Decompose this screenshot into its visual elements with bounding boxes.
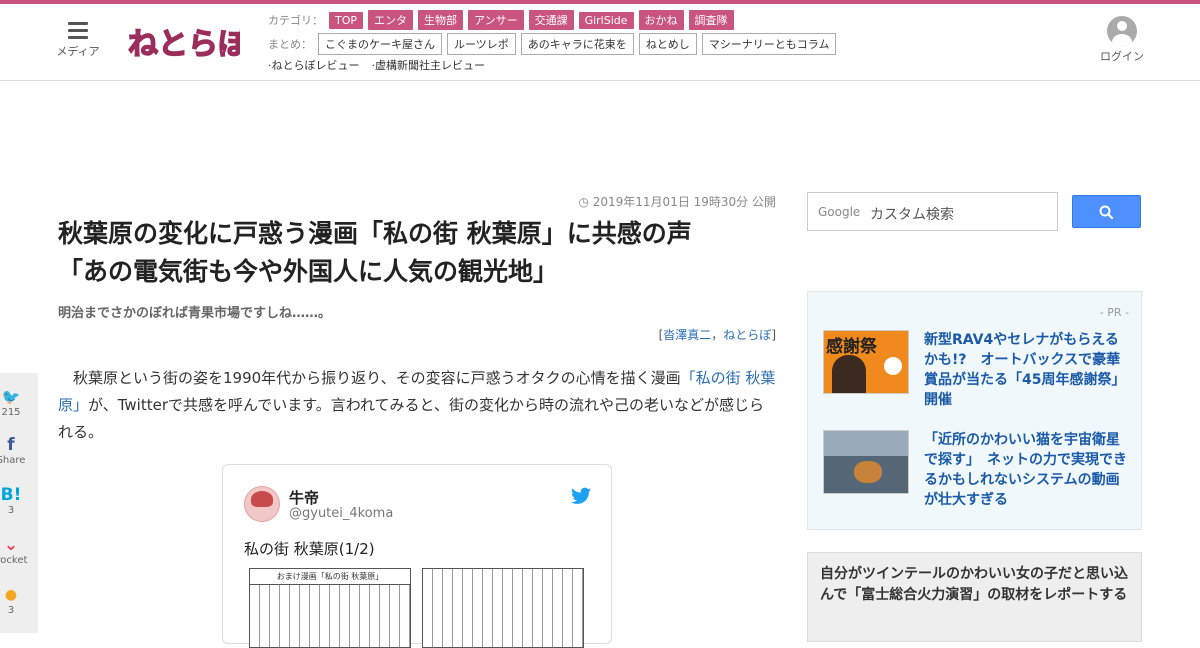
- summary-link[interactable]: あのキャラに花束を: [520, 33, 634, 55]
- manga-header: おまけ漫画「私の街 秋葉原」: [250, 569, 410, 585]
- category-nav: カテゴリ： TOP エンタ 生物部 アンサー 交通課 GirlSide おかね …: [268, 10, 739, 30]
- article-title: 秋葉原の変化に戸惑う漫画「私の街 秋葉原」に共感の声 「あの電気街も今や外国人に…: [58, 219, 692, 286]
- logo-text: ねとらぼ: [128, 27, 240, 62]
- tweet-manga-image[interactable]: [422, 568, 584, 648]
- search-box[interactable]: Google カスタム検索: [807, 192, 1058, 231]
- review-link[interactable]: ·虚構新聞社主レビュー: [372, 57, 486, 73]
- summary-link[interactable]: ねとめし: [638, 33, 697, 55]
- review-nav: ·ねとらぼレビュー ·虚構新聞社主レビュー: [268, 57, 497, 73]
- category-answer[interactable]: アンサー: [468, 10, 524, 30]
- pr-thumbnail[interactable]: [823, 430, 909, 494]
- tweet-author-name[interactable]: 牛帝: [289, 487, 319, 508]
- category-enta[interactable]: エンタ: [368, 10, 414, 30]
- comment-button[interactable]: ● 3: [0, 585, 30, 616]
- share-count: Share: [0, 455, 26, 466]
- login-label: ログイン: [1100, 50, 1144, 63]
- category-label: カテゴリ：: [268, 14, 323, 27]
- category-chousa[interactable]: 調査隊: [688, 10, 734, 30]
- menu-label: メディア: [56, 45, 100, 58]
- search-button[interactable]: [1072, 195, 1141, 228]
- pr-item-title[interactable]: 新型RAV4やセレナがもらえるかも!? オートバックスで豪華賞品が当たる「45周…: [924, 330, 1129, 410]
- article-subtitle: 明治までさかのぼれば青果市場ですしね……。: [58, 306, 332, 321]
- pocket-share-button[interactable]: ⌄ Pocket: [0, 535, 30, 566]
- pr-box: - PR - 感謝祭 新型RAV4やセレナがもらえるかも!? オートバックスで豪…: [807, 291, 1142, 530]
- category-okane[interactable]: おかね: [638, 10, 684, 30]
- facebook-share-button[interactable]: f Share: [0, 435, 30, 466]
- share-count: 3: [7, 605, 15, 616]
- article-lead: 秋葉原という街の姿を1990年代から振り返り、その変容に戸惑うオタクの心情を描く…: [58, 369, 776, 441]
- share-count: 215: [1, 407, 21, 418]
- share-count: Pocket: [0, 555, 28, 566]
- pr-item-title[interactable]: 「近所のかわいい猫を宇宙衛星で探す」 ネットの力で実現できるかもしれないシステム…: [924, 430, 1129, 510]
- facebook-icon: f: [7, 435, 15, 455]
- hatena-icon: B!: [0, 485, 22, 505]
- byline: [沓澤真二，ねとらぼ]: [658, 328, 776, 342]
- summary-link[interactable]: こぐまのケーキ屋さん: [318, 33, 442, 55]
- tweet-manga-image[interactable]: おまけ漫画「私の街 秋葉原」: [249, 568, 411, 648]
- user-avatar-icon: [1107, 16, 1137, 46]
- share-sidebar: 🐦 215 f Share B! 3 ⌄ Pocket ● 3: [0, 373, 38, 633]
- site-header: メディア ねとらぼ カテゴリ： TOP エンタ 生物部 アンサー 交通課 Gir…: [0, 4, 1200, 81]
- tweet-avatar[interactable]: [244, 486, 280, 522]
- summary-nav: まとめ： こぐまのケーキ屋さん ルーツレポ あのキャラに花束を ねとめし マシー…: [268, 33, 841, 55]
- related-article-title[interactable]: 自分がツインテールのかわいい女の子だと思い込んで「富士総合火力演習」の取材をレポ…: [820, 564, 1130, 606]
- pr-label: - PR -: [1099, 306, 1129, 319]
- share-count: 3: [7, 505, 15, 516]
- search-placeholder: カスタム検索: [870, 207, 954, 223]
- summary-label: まとめ：: [268, 38, 312, 51]
- category-seibutsu[interactable]: 生物部: [418, 10, 464, 30]
- tweet-author-handle[interactable]: @gyutei_4koma: [289, 506, 393, 521]
- menu-button[interactable]: メディア: [52, 22, 104, 59]
- login-button[interactable]: ログイン: [1096, 16, 1148, 64]
- pr-thumb-text: 感謝祭: [826, 337, 877, 357]
- comment-icon: ●: [4, 587, 18, 603]
- author-link[interactable]: 沓澤真二: [663, 328, 711, 342]
- twitter-icon: 🐦: [1, 388, 21, 406]
- category-koutsu[interactable]: 交通課: [528, 10, 574, 30]
- hamburger-icon: [68, 22, 88, 39]
- site-logo[interactable]: ねとらぼ: [126, 16, 240, 66]
- twitter-share-button[interactable]: 🐦 215: [0, 387, 30, 418]
- clock-icon: ◷: [578, 195, 593, 209]
- category-top[interactable]: TOP: [329, 11, 364, 29]
- related-article-box[interactable]: 自分がツインテールのかわいい女の子だと思い込んで「富士総合火力演習」の取材をレポ…: [807, 552, 1142, 642]
- google-label: Google: [818, 205, 861, 219]
- summary-link[interactable]: ルーツレポ: [447, 33, 516, 55]
- search-icon: [1099, 205, 1114, 220]
- tweet-text: 私の街 秋葉原(1/2): [244, 540, 375, 558]
- media-link[interactable]: ねとらぼ: [723, 328, 771, 342]
- review-link[interactable]: ·ねとらぼレビュー: [268, 57, 360, 73]
- embedded-tweet[interactable]: 牛帝 @gyutei_4koma 私の街 秋葉原(1/2) おまけ漫画「私の街 …: [222, 464, 612, 648]
- hatena-share-button[interactable]: B! 3: [0, 485, 30, 516]
- pocket-icon: ⌄: [3, 535, 19, 555]
- twitter-bird-icon[interactable]: [571, 487, 591, 505]
- pr-thumbnail[interactable]: 感謝祭: [823, 330, 909, 394]
- summary-link[interactable]: マシーナリーともコラム: [701, 33, 837, 55]
- publish-date: ◷ 2019年11月01日 19時30分 公開: [578, 195, 776, 209]
- category-girlside[interactable]: GirlSide: [578, 11, 634, 29]
